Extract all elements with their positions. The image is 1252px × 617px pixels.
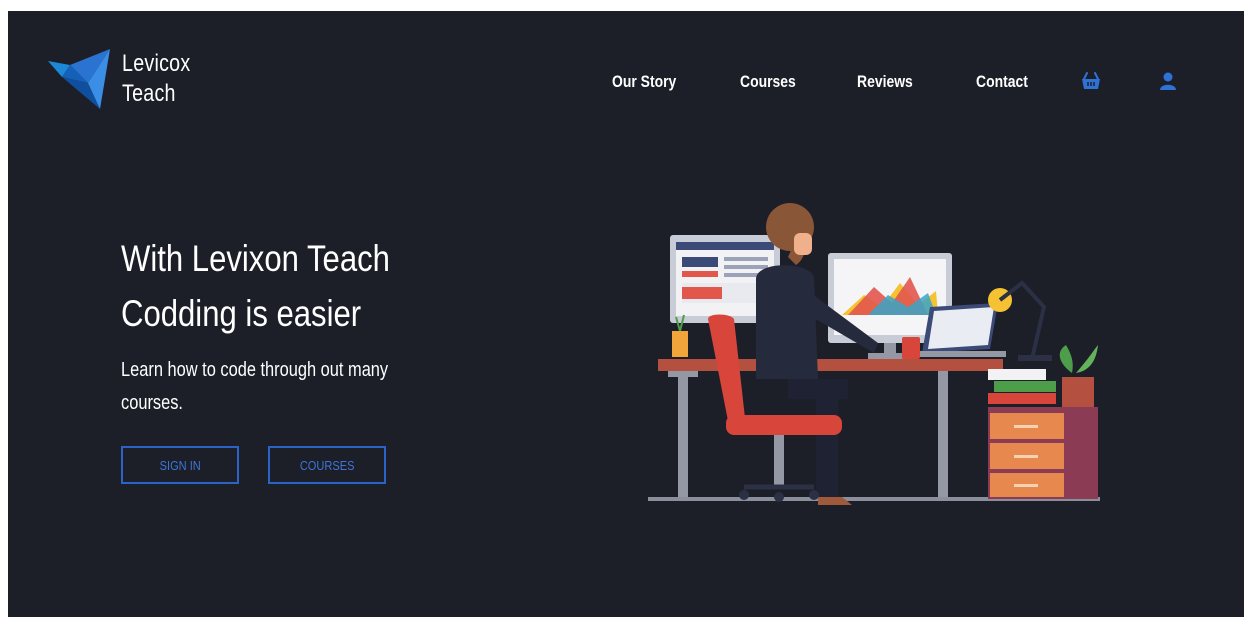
courses-label: COURSES — [299, 457, 355, 473]
hero-subtitle: Learn how to code through out many cours… — [121, 359, 389, 414]
basket-icon — [1082, 72, 1100, 89]
hero-title: With Levixon Teach Codding is easier — [121, 231, 390, 341]
nav-contact[interactable]: Contact — [976, 67, 1028, 97]
user-icon — [1160, 72, 1176, 90]
cart-button[interactable] — [1079, 69, 1103, 93]
main-nav: Our Story Courses Reviews Contact — [8, 67, 1244, 97]
hero-title-line-1: With Levixon Teach — [121, 238, 390, 279]
nav-reviews[interactable]: Reviews — [857, 67, 913, 97]
sign-in-button[interactable]: SIGN IN — [121, 446, 239, 484]
nav-courses[interactable]: Courses — [740, 67, 796, 97]
courses-button[interactable]: COURSES — [268, 446, 386, 484]
developer-desk-illustration — [648, 203, 1100, 505]
account-button[interactable] — [1156, 69, 1180, 93]
nav-our-story[interactable]: Our Story — [612, 67, 676, 97]
hero-title-line-2: Codding is easier — [121, 293, 362, 334]
sign-in-label: SIGN IN — [159, 457, 201, 473]
page-frame: Levicox Teach Our Story Courses Reviews … — [8, 11, 1244, 617]
